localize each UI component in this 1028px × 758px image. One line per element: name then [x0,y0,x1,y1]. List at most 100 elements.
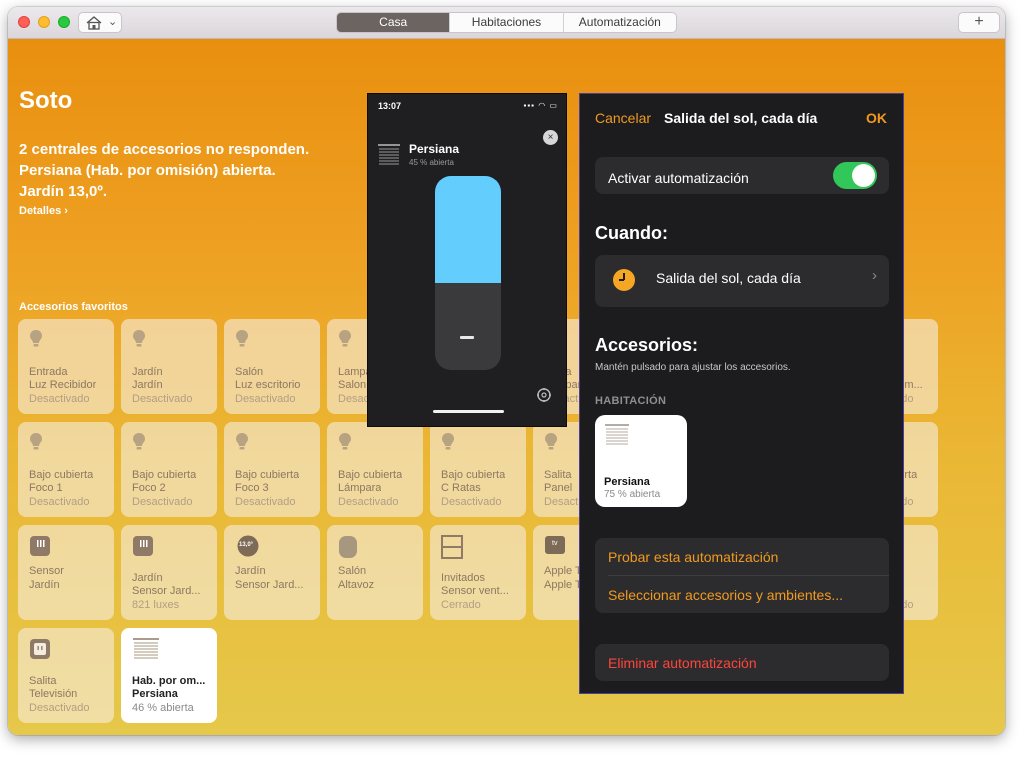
accessory-tile[interactable]: Jardín Sensor Jard... 821 luxes [121,525,217,620]
bulb-icon [29,329,43,354]
tile-room: Invitados [441,572,486,584]
tile-room: Salón [338,565,367,577]
when-value: Salida del sol, cada día [656,270,801,286]
tile-name: Salon [338,379,367,391]
tile-name: Sensor Jard... [235,579,304,591]
accessory-tile[interactable]: Bajo cubierta Foco 2 Desactivado [121,422,217,517]
tile-room: Jardín [132,572,163,584]
tile-name: Televisión [29,688,78,700]
tab-habitaciones[interactable]: Habitaciones [450,13,564,32]
view-segmented-control: Casa Habitaciones Automatización [336,12,677,33]
when-heading: Cuando: [595,223,668,243]
tile-room: Jardín [132,366,163,378]
clock-icon [613,269,635,291]
tile-state: Desactivado [338,496,399,508]
accessory-tile[interactable]: Jardín Jardín Desactivado [121,319,217,414]
blind-icon [132,638,160,667]
tile-name: Altavoz [338,579,375,591]
window-icon [441,535,463,564]
add-button[interactable]: + [958,12,1000,33]
tab-casa[interactable]: Casa [337,13,451,32]
details-link[interactable]: Detalles › [19,205,68,217]
accessory-tile[interactable]: Hab. por om... Persiana 46 % abierta [121,628,217,723]
status-line: Jardín 13,0º. [19,183,108,200]
accessory-tile[interactable]: Sensor Jardín [18,525,114,620]
sensor-icon [132,535,154,562]
accessory-tile[interactable]: Invitados Sensor vent... Cerrado [430,525,526,620]
bulb-icon [235,329,249,354]
tile-state: Cerrado [441,599,481,611]
test-automation-button[interactable]: Probar esta automatización [608,549,778,565]
delete-automation-button[interactable]: Eliminar automatización [608,655,757,671]
accessory-tile[interactable]: Entrada Luz Recibidor Desactivado [18,319,114,414]
tile-name: Panel [544,482,573,494]
delete-group: Eliminar automatización [595,644,889,681]
tile-state: Desactivado [441,496,502,508]
ok-button[interactable]: OK [866,110,887,126]
blind-icon [378,144,400,165]
zoom-window-button[interactable] [58,16,70,28]
accessory-tile[interactable]: Bajo cubierta Foco 1 Desactivado [18,422,114,517]
tile-room: Bajo cubierta [29,469,94,481]
tile-state: Desactivado [29,496,90,508]
accessory-name: Persiana [409,142,460,156]
accessory-tile[interactable]: Salita Televisión Desactivado [18,628,114,723]
tile-state: Desactivado [132,393,193,405]
room-section-header: HABITACIÓN [595,395,667,407]
enable-automation-row: Activar automatización [595,157,889,194]
accessory-tile[interactable]: Bajo cubierta C Ratas Desactivado [430,422,526,517]
accessory-tile[interactable]: Bajo cubierta Foco 3 Desactivado [224,422,320,517]
bulb-icon [29,432,43,457]
tile-name: Luz Recibidor [29,379,97,391]
slider-grip[interactable] [460,336,474,339]
accessory-tile[interactable]: 13,0° Jardín Sensor Jard... [224,525,320,620]
tile-room: Jardín [235,565,266,577]
toggle-knob [852,164,875,187]
blind-position-slider[interactable] [435,176,501,370]
titlebar: ⌄ Casa Habitaciones Automatización + [8,7,1005,39]
accessory-tile[interactable]: Bajo cubiertaLámpara Desactivado [327,422,423,517]
accessory-tile[interactable]: Salón Luz escritorio Desactivado [224,319,320,414]
tile-name: Foco 1 [29,482,63,494]
enable-automation-toggle[interactable] [833,162,877,189]
bulb-icon [441,432,455,457]
automation-title: Salida del sol, cada día [664,110,818,126]
speaker-icon [338,535,358,564]
tile-name: Jardín [132,379,163,391]
minimize-window-button[interactable] [38,16,50,28]
tile-room: Salita [29,675,57,687]
accessory-value: 45 % abierta [409,158,454,167]
accessory-tile-persiana[interactable]: Persiana 75 % abierta [595,415,687,507]
when-row[interactable]: Salida del sol, cada día › [595,255,889,307]
temperature-icon [235,535,261,562]
bulb-icon [338,432,352,457]
close-window-button[interactable] [18,16,30,28]
blind-icon [605,424,629,445]
tile-name: Foco 3 [235,482,269,494]
temperature-reading: 13,0° [239,542,254,548]
outlet-icon [29,638,51,665]
gear-icon[interactable] [536,387,552,403]
sensor-icon [29,535,51,562]
cancel-button[interactable]: Cancelar [595,110,651,126]
appletv-logo: tv [552,540,558,547]
bulb-icon [235,432,249,457]
tab-automatizacion[interactable]: Automatización [564,13,676,32]
home-menu-button[interactable]: ⌄ [78,12,122,33]
tile-room: Hab. por om... [132,675,206,687]
phone-status-icons: ▪▪▪ ◠ ▭ [523,101,558,110]
tile-name: Lámpara [338,482,382,494]
accessory-tile[interactable]: Salón Altavoz [327,525,423,620]
tile-room: Salón [235,366,264,378]
automation-editor: Cancelar Salida del sol, cada día OK Act… [579,93,904,694]
close-popover-button[interactable]: × [543,130,558,145]
status-line: Persiana (Hab. por omisión) abierta. [19,162,276,179]
tile-room: Bajo cubierta [235,469,300,481]
appletv-icon [544,535,566,560]
bulb-icon [132,432,146,457]
select-accessories-button[interactable]: Seleccionar accesorios y ambientes... [608,587,843,603]
accessories-note: Mantén pulsado para ajustar los accesori… [595,362,791,373]
status-line: 2 centrales de accesorios no responden. [19,141,310,158]
tile-state: Desactivado [235,496,296,508]
home-name: Soto [19,87,73,114]
